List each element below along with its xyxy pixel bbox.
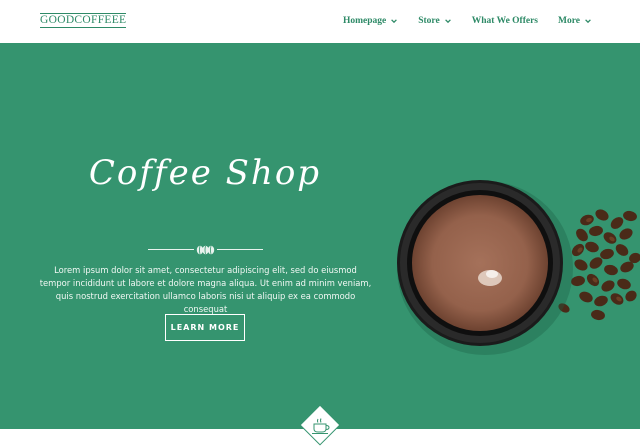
nav-item-label: Homepage bbox=[342, 16, 387, 26]
coffee-cup-badge bbox=[299, 404, 341, 446]
learn-more-button[interactable]: LEARN MORE bbox=[165, 314, 245, 341]
nav-item-label: Store bbox=[418, 16, 440, 26]
divider-line-right bbox=[217, 249, 263, 250]
site-logo[interactable]: GOODCOFFEEE bbox=[40, 13, 127, 28]
nav-item-more[interactable]: More bbox=[558, 16, 592, 26]
hero-description: Lorem ipsum dolor sit amet, consectetur … bbox=[39, 265, 372, 314]
title-divider bbox=[148, 244, 263, 256]
hero-section: Coffee Shop Lorem ipsum dolor sit amet, … bbox=[0, 43, 640, 429]
coffee-beans-icon bbox=[196, 245, 215, 255]
main-nav: Homepage Store What We Offers More bbox=[343, 16, 592, 26]
site-header: GOODCOFFEEE Homepage Store What We Offer… bbox=[0, 0, 640, 43]
nav-item-what-we-offers[interactable]: What We Offers bbox=[472, 16, 538, 26]
chevron-down-icon bbox=[391, 19, 398, 24]
chevron-down-icon bbox=[585, 19, 591, 24]
nav-item-label: More bbox=[558, 16, 580, 26]
nav-item-homepage[interactable]: Homepage bbox=[343, 16, 398, 26]
chevron-down-icon bbox=[444, 19, 451, 24]
divider-line-left bbox=[148, 249, 194, 250]
hero-title: Coffee Shop bbox=[88, 153, 322, 193]
nav-item-label: What We Offers bbox=[471, 16, 539, 26]
coffee-cup-image bbox=[397, 180, 640, 355]
nav-item-store[interactable]: Store bbox=[418, 16, 451, 26]
